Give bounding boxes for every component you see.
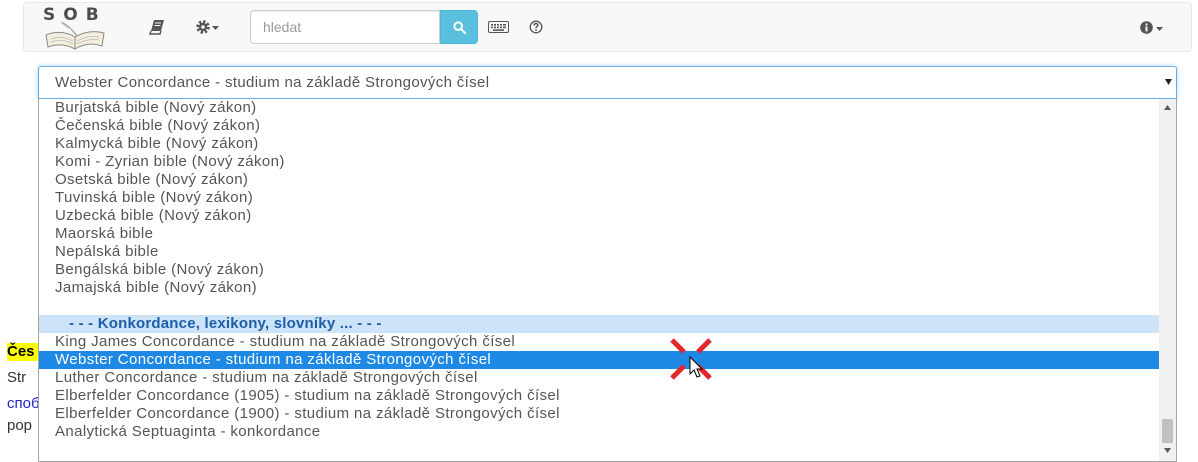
top-navbar: SOB [23,2,1192,52]
select-dropdown-list: Burjatská bible (Nový zákon) Čečenská bi… [38,99,1177,462]
scrollbar-thumb[interactable] [1162,419,1173,443]
option-item[interactable]: Luther Concordance - studium na základě … [39,369,1159,387]
option-item[interactable]: Elberfelder Concordance (1900) - studium… [39,405,1159,423]
page-link-fragment[interactable]: споб [7,395,40,413]
option-item[interactable]: Webster Concordance - studium na základě… [39,351,1159,369]
select-current-value: Webster Concordance - studium na základě… [55,74,490,91]
scroll-up-arrow-icon[interactable] [1164,105,1171,110]
options-list: Burjatská bible (Nový zákon) Čečenská bi… [39,99,1159,459]
select-caret-icon [1165,79,1172,85]
info-icon [1140,21,1153,34]
scroll-down-arrow-icon[interactable] [1164,448,1171,453]
page-text-fragment: pop [7,417,33,434]
open-book-logo-icon [45,21,105,50]
option-item[interactable]: Čečenská bible (Nový zákon) [39,117,1159,135]
bible-book-button[interactable] [148,18,166,36]
info-dropdown-button[interactable] [1140,21,1163,34]
search-icon [452,20,466,34]
empty-option-separator [39,297,1159,315]
gear-icon [196,20,210,34]
settings-dropdown-button[interactable] [196,20,219,34]
option-item[interactable]: Elberfelder Concordance (1905) - studium… [39,387,1159,405]
option-item[interactable]: Komi - Zyrian bible (Nový zákon) [39,153,1159,171]
virtual-keyboard-button[interactable] [488,21,509,33]
question-circle-icon [529,20,543,34]
empty-option-separator [39,441,1159,459]
dropdown-scrollbar[interactable] [1159,99,1176,461]
help-button[interactable] [529,20,543,34]
keyboard-icon [488,21,509,33]
option-item[interactable]: Tuvinská bible (Nový zákon) [39,189,1159,207]
mouse-pointer-icon [689,355,704,378]
option-item[interactable]: Osetská bible (Nový zákon) [39,171,1159,189]
search-button[interactable] [440,10,478,44]
caret-down-icon [1156,26,1163,31]
logo[interactable]: SOB [40,4,108,51]
option-item[interactable]: Jamajská bible (Nový zákon) [39,279,1159,297]
translation-select[interactable]: Webster Concordance - studium na základě… [38,66,1177,99]
option-item[interactable]: Uzbecká bible (Nový zákon) [39,207,1159,225]
option-item[interactable]: Analytická Septuaginta - konkordance [39,423,1159,441]
search-input[interactable] [250,10,440,44]
caret-down-icon [212,26,219,30]
book-icon [149,20,164,35]
click-marker-icon [670,338,712,380]
option-item[interactable]: Bengálská bible (Nový zákon) [39,261,1159,279]
option-item[interactable]: Burjatská bible (Nový zákon) [39,99,1159,117]
option-item[interactable]: Kalmycká bible (Nový zákon) [39,135,1159,153]
option-item[interactable]: King James Concordance - studium na zákl… [39,333,1159,351]
option-item[interactable]: Nepálská bible [39,243,1159,261]
page-text-fragment: Str [7,369,27,386]
option-item[interactable]: Maorská bible [39,225,1159,243]
optgroup-header: - - - Konkordance, lexikony, slovníky ..… [39,315,1159,333]
